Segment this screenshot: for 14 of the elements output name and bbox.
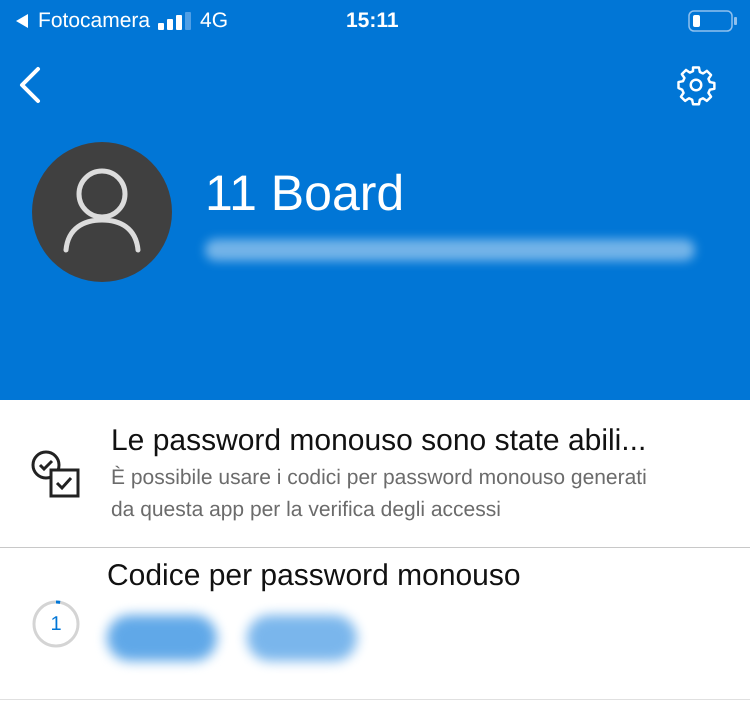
code-title: Codice per password monouso [107,558,521,594]
countdown-ring [32,600,80,648]
notice-title: Le password monouso sono state abili... [111,422,648,458]
back-app-label[interactable]: Fotocamera [38,5,150,37]
countdown-number: 1 [50,612,62,634]
notice-description: È possibile usare i codici per password monouso generati da questa app per la verifica degli accessi [111,464,648,522]
signal-icon [158,12,192,30]
back-arrow-icon [14,13,30,29]
clock: 15:11 [346,8,399,34]
avatar-icon [32,142,172,282]
network-label: 4G [200,8,228,34]
account-name: 11 Board [205,164,406,223]
checklist-icon [31,450,81,498]
battery-icon [688,10,738,32]
